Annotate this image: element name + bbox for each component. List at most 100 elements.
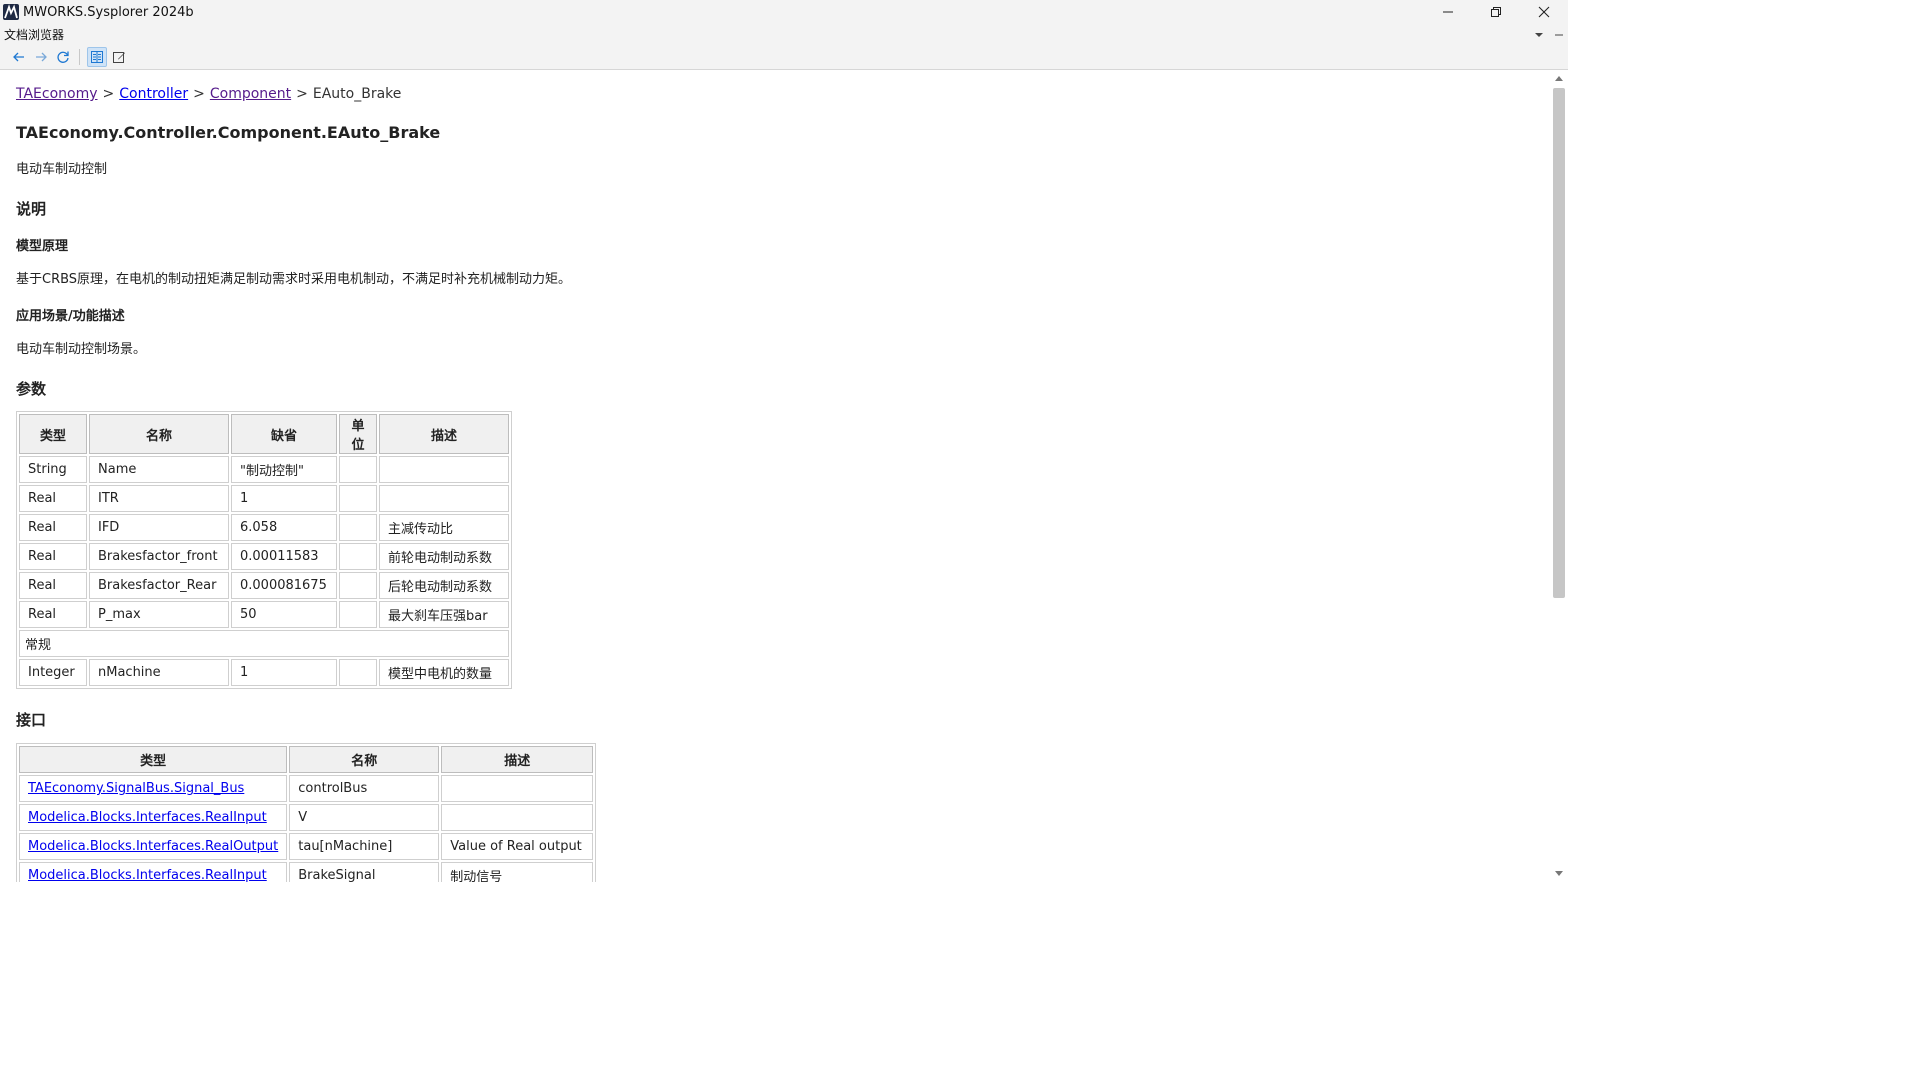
breadcrumb-separator: > xyxy=(193,86,205,102)
vertical-scrollbar[interactable] xyxy=(1550,70,1568,882)
principle-text: 基于CRBS原理，在电机的制动扭矩满足制动需求时采用电机制动，不满足时补充机械制… xyxy=(16,272,572,287)
port-name: tau[nMachine] xyxy=(289,833,440,860)
table-row: Integer nMachine 1 模型中电机的数量 xyxy=(19,659,509,686)
table-row: Modelica.Blocks.Interfaces.RealInput V xyxy=(19,804,594,831)
param-default: 1 xyxy=(231,485,337,512)
panel-actions xyxy=(1534,24,1564,44)
param-name: Brakesfactor_front xyxy=(89,543,229,570)
page-title: TAEconomy.Controller.Component.EAuto_Bra… xyxy=(16,123,441,142)
breadcrumb-link-controller[interactable]: Controller xyxy=(119,86,188,102)
table-row: TAEconomy.SignalBus.Signal_Bus controlBu… xyxy=(19,775,594,802)
port-type-cell: Modelica.Blocks.Interfaces.RealInput xyxy=(19,804,288,831)
minimize-icon xyxy=(1443,11,1453,13)
edit-button[interactable] xyxy=(109,47,129,67)
forward-button[interactable] xyxy=(31,47,51,67)
param-unit xyxy=(339,456,377,483)
column-header: 单位 xyxy=(339,414,377,454)
title-bar: MWORKS.Sysplorer 2024b xyxy=(0,0,1568,24)
breadcrumb: TAEconomy > Controller > Component > EAuto_Bra… xyxy=(16,85,1550,103)
port-name: V xyxy=(289,804,440,831)
minimize-button[interactable] xyxy=(1424,0,1472,24)
param-name: nMachine xyxy=(89,659,229,686)
param-type: Real xyxy=(19,572,87,599)
table-header-row: 类型 名称 描述 xyxy=(19,746,594,773)
table-row: Real Brakesfactor_Rear 0.000081675 后轮电动制… xyxy=(19,572,509,599)
usage-text: 电动车制动控制场景。 xyxy=(16,342,147,357)
window-controls xyxy=(1424,0,1568,24)
document-content: TAEconomy > Controller > Component > EAuto_Bra… xyxy=(0,70,1550,882)
param-name: ITR xyxy=(89,485,229,512)
doc-toolbar xyxy=(0,44,1568,70)
port-type-cell: TAEconomy.SignalBus.Signal_Bus xyxy=(19,775,288,802)
toolbar-separator xyxy=(79,48,80,65)
table-row: Real IFD 6.058 主减传动比 xyxy=(19,514,509,541)
minimize-icon xyxy=(1555,34,1563,35)
restore-icon xyxy=(1491,7,1501,17)
param-default: 0.00011583 xyxy=(231,543,337,570)
port-type-link[interactable]: Modelica.Blocks.Interfaces.RealOutput xyxy=(28,839,278,854)
table-row: Modelica.Blocks.Interfaces.RealInput Bra… xyxy=(19,862,594,882)
column-header: 名称 xyxy=(89,414,229,454)
close-button[interactable] xyxy=(1520,0,1568,24)
param-default: 1 xyxy=(231,659,337,686)
refresh-icon xyxy=(57,51,69,63)
param-unit xyxy=(339,514,377,541)
param-name: P_max xyxy=(89,601,229,628)
panel-minimize-button[interactable] xyxy=(1554,25,1564,44)
param-description: 前轮电动制动系数 xyxy=(379,543,509,570)
description-heading: 说明 xyxy=(16,200,47,218)
back-button[interactable] xyxy=(9,47,29,67)
param-type: Real xyxy=(19,601,87,628)
refresh-button[interactable] xyxy=(53,47,73,67)
restore-button[interactable] xyxy=(1472,0,1520,24)
param-group-label: 常规 xyxy=(19,630,509,657)
scrollbar-thumb[interactable] xyxy=(1553,88,1565,598)
param-description xyxy=(379,456,509,483)
model-summary: 电动车制动控制 xyxy=(16,162,108,177)
breadcrumb-link-taeconomy[interactable]: TAEconomy xyxy=(16,86,98,102)
breadcrumb-separator: > xyxy=(296,86,308,102)
param-default: 0.000081675 xyxy=(231,572,337,599)
port-type-link[interactable]: TAEconomy.SignalBus.Signal_Bus xyxy=(28,781,244,796)
app-window: MWORKS.Sysplorer 2024b 文档浏览器 TAEconomy >… xyxy=(0,0,1568,882)
port-description: Value of Real output xyxy=(441,833,594,860)
port-type-link[interactable]: Modelica.Blocks.Interfaces.RealInput xyxy=(28,810,267,825)
breadcrumb-link-component[interactable]: Component xyxy=(210,86,291,102)
port-type-link[interactable]: Modelica.Blocks.Interfaces.RealInput xyxy=(28,868,267,882)
column-header: 描述 xyxy=(441,746,594,773)
panel-menu-button[interactable] xyxy=(1534,25,1544,44)
edit-icon xyxy=(113,51,125,63)
arrow-left-icon xyxy=(13,52,24,61)
table-group-row: 常规 xyxy=(19,630,509,657)
param-unit xyxy=(339,543,377,570)
close-icon xyxy=(1538,6,1550,18)
param-type: Integer xyxy=(19,659,87,686)
panel-header: 文档浏览器 xyxy=(0,24,1568,44)
param-type: Real xyxy=(19,485,87,512)
port-type-cell: Modelica.Blocks.Interfaces.RealOutput xyxy=(19,833,288,860)
scroll-down-button[interactable] xyxy=(1550,868,1568,880)
table-row: String Name "制动控制" xyxy=(19,456,509,483)
param-default: 50 xyxy=(231,601,337,628)
port-description: 制动信号 xyxy=(441,862,594,882)
table-header-row: 类型 名称 缺省 单位 描述 xyxy=(19,414,509,454)
param-default: "制动控制" xyxy=(231,456,337,483)
document-view-button[interactable] xyxy=(87,46,107,67)
param-unit xyxy=(339,485,377,512)
param-unit xyxy=(339,572,377,599)
caret-down-icon xyxy=(1555,871,1563,876)
param-type: String xyxy=(19,456,87,483)
param-description: 模型中电机的数量 xyxy=(379,659,509,686)
scroll-up-button[interactable] xyxy=(1550,72,1568,84)
app-logo-icon xyxy=(3,4,19,20)
column-header: 类型 xyxy=(19,414,87,454)
breadcrumb-current: EAuto_Brake xyxy=(312,86,402,102)
usage-heading: 应用场景/功能描述 xyxy=(16,309,125,324)
column-header: 类型 xyxy=(19,746,288,773)
param-type: Real xyxy=(19,543,87,570)
param-unit xyxy=(339,659,377,686)
column-header: 名称 xyxy=(289,746,440,773)
column-header: 缺省 xyxy=(231,414,337,454)
port-type-cell: Modelica.Blocks.Interfaces.RealInput xyxy=(19,862,288,882)
port-description xyxy=(441,804,594,831)
